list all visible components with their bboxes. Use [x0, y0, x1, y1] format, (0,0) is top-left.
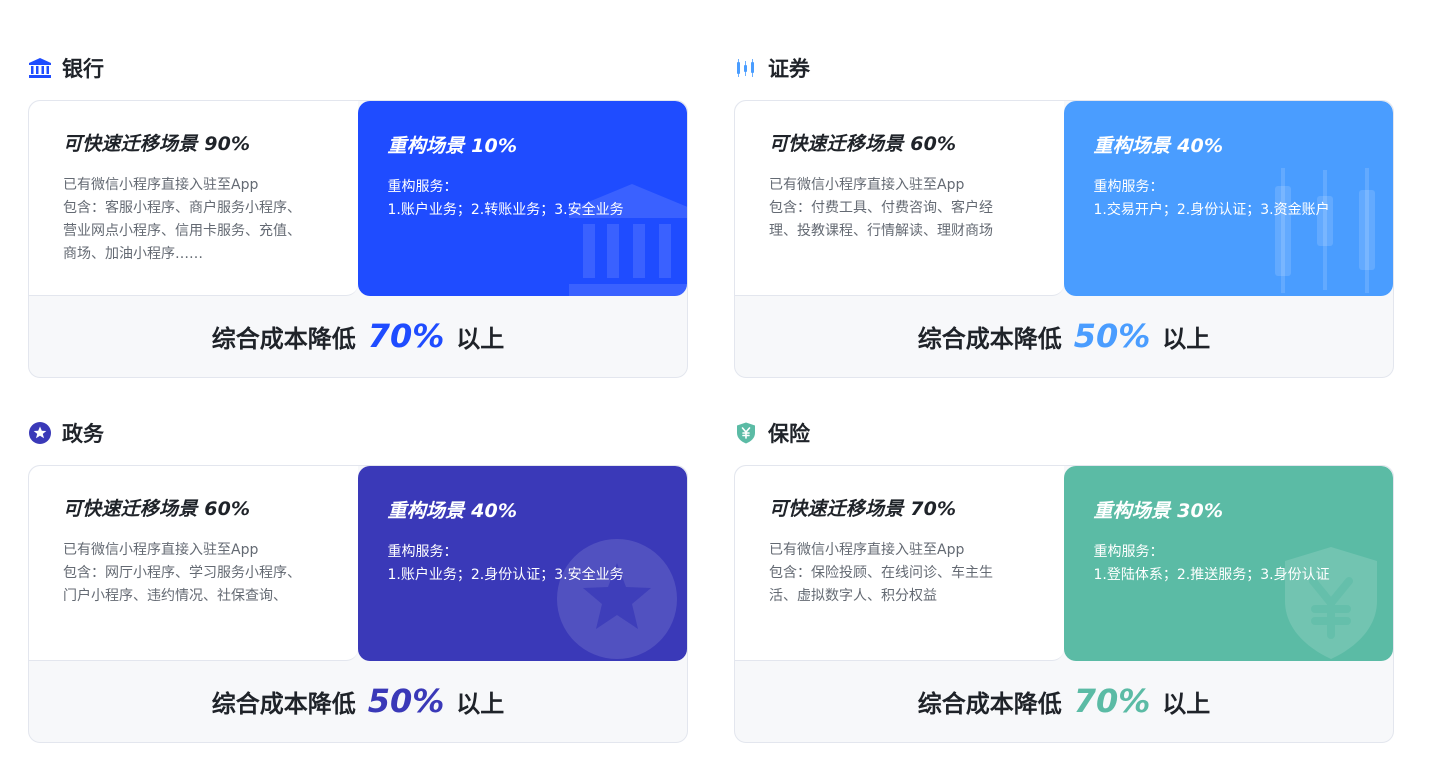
scenario-card: 可快速迁移场景 60% 已有微信小程序直接入驻至App 包含：付费工具、付费咨询… [734, 100, 1394, 378]
migration-line: 包含：付费工具、付费咨询、客户经 [769, 200, 993, 216]
migration-line: 已有微信小程序直接入驻至App [63, 542, 259, 558]
cost-summary: 综合成本降低 70% 以上 [735, 661, 1393, 741]
cost-suffix: 以上 [1162, 689, 1211, 718]
scenario-card: 可快速迁移场景 60% 已有微信小程序直接入驻至App 包含：网厅小程序、学习服… [28, 465, 688, 743]
section-title: 政务 [62, 422, 104, 446]
cost-percent: 50% [1073, 317, 1151, 355]
section-header: 银行 [28, 50, 688, 86]
rebuild-panel: 重构场景 30% 重构服务： 1.登陆体系；2.推送服务；3.身份认证 [1063, 466, 1393, 661]
section-bank: 银行 可快速迁移场景 90% 已有微信小程序直接入驻至App 包含：客服小程序、… [28, 50, 688, 378]
bank-icon [28, 56, 52, 80]
scenario-card: 可快速迁移场景 70% 已有微信小程序直接入驻至App 包含：保险投顾、在线问诊… [734, 465, 1394, 743]
cost-summary: 综合成本降低 70% 以上 [29, 296, 687, 376]
migration-panel: 可快速迁移场景 60% 已有微信小程序直接入驻至App 包含：付费工具、付费咨询… [735, 101, 1064, 296]
star-badge-icon [28, 421, 52, 445]
rebuild-heading: 重构场景 40% [387, 500, 518, 522]
rebuild-heading: 重构场景 40% [1093, 135, 1224, 157]
rebuild-line: 重构服务： [387, 544, 458, 560]
cost-prefix: 综合成本降低 [917, 324, 1062, 353]
migration-line: 商场、加油小程序…… [63, 246, 203, 262]
cost-prefix: 综合成本降低 [917, 689, 1062, 718]
rebuild-line: 1.登陆体系；2.推送服务；3.身份认证 [1093, 567, 1330, 583]
migration-heading: 可快速迁移场景 60% [63, 498, 251, 520]
section-title: 证券 [768, 57, 810, 81]
migration-panel: 可快速迁移场景 90% 已有微信小程序直接入驻至App 包含：客服小程序、商户服… [29, 101, 358, 296]
migration-heading: 可快速迁移场景 90% [63, 133, 251, 155]
scenario-card: 可快速迁移场景 90% 已有微信小程序直接入驻至App 包含：客服小程序、商户服… [28, 100, 688, 378]
migration-line: 已有微信小程序直接入驻至App [63, 177, 259, 193]
cost-suffix: 以上 [456, 689, 505, 718]
migration-line: 活、虚拟数字人、积分权益 [769, 588, 937, 604]
cost-prefix: 综合成本降低 [211, 324, 356, 353]
rebuild-line: 重构服务： [1093, 544, 1164, 560]
section-securities: 证券 可快速迁移场景 60% 已有微信小程序直接入驻至App 包含：付费工具、付… [734, 50, 1394, 378]
cost-summary: 综合成本降低 50% 以上 [29, 661, 687, 741]
migration-line: 门户小程序、违约情况、社保查询、 [63, 588, 287, 604]
migration-panel: 可快速迁移场景 70% 已有微信小程序直接入驻至App 包含：保险投顾、在线问诊… [735, 466, 1064, 661]
rebuild-heading: 重构场景 10% [387, 135, 518, 157]
cost-suffix: 以上 [1162, 324, 1211, 353]
cost-prefix: 综合成本降低 [211, 689, 356, 718]
rebuild-line: 重构服务： [387, 179, 458, 195]
rebuild-panel: 重构场景 40% 重构服务： 1.交易开户；2.身份认证；3.资金账户 [1063, 101, 1393, 296]
migration-heading: 可快速迁移场景 60% [769, 133, 957, 155]
rebuild-line: 重构服务： [1093, 179, 1164, 195]
cost-suffix: 以上 [456, 324, 505, 353]
section-header: 政务 [28, 415, 688, 451]
section-title: 保险 [768, 422, 810, 446]
cost-summary: 综合成本降低 50% 以上 [735, 296, 1393, 376]
rebuild-line: 1.账户业务；2.身份认证；3.安全业务 [387, 567, 624, 583]
candlestick-chart-icon [734, 56, 758, 80]
rebuild-panel: 重构场景 40% 重构服务： 1.账户业务；2.身份认证；3.安全业务 [357, 466, 687, 661]
migration-line: 理、投教课程、行情解读、理财商场 [769, 223, 993, 239]
section-title: 银行 [62, 57, 104, 81]
section-header: 证券 [734, 50, 1394, 86]
rebuild-panel: 重构场景 10% 重构服务： 1.账户业务；2.转账业务；3.安全业务 [357, 101, 687, 296]
section-government: 政务 可快速迁移场景 60% 已有微信小程序直接入驻至App 包含：网厅小程序、… [28, 415, 688, 743]
migration-line: 包含：网厅小程序、学习服务小程序、 [63, 565, 301, 581]
cost-percent: 70% [1073, 682, 1151, 720]
section-header: 保险 [734, 415, 1394, 451]
migration-line: 已有微信小程序直接入驻至App [769, 177, 965, 193]
cost-percent: 50% [367, 682, 445, 720]
yuan-shield-icon [734, 421, 758, 445]
migration-line: 营业网点小程序、信用卡服务、充值、 [63, 223, 301, 239]
migration-line: 已有微信小程序直接入驻至App [769, 542, 965, 558]
migration-heading: 可快速迁移场景 70% [769, 498, 957, 520]
rebuild-line: 1.账户业务；2.转账业务；3.安全业务 [387, 202, 624, 218]
migration-panel: 可快速迁移场景 60% 已有微信小程序直接入驻至App 包含：网厅小程序、学习服… [29, 466, 358, 661]
rebuild-heading: 重构场景 30% [1093, 500, 1224, 522]
rebuild-line: 1.交易开户；2.身份认证；3.资金账户 [1093, 202, 1330, 218]
section-insurance: 保险 可快速迁移场景 70% 已有微信小程序直接入驻至App 包含：保险投顾、在… [734, 415, 1394, 743]
migration-line: 包含：保险投顾、在线问诊、车主生 [769, 565, 993, 581]
migration-line: 包含：客服小程序、商户服务小程序、 [63, 200, 301, 216]
cost-percent: 70% [367, 317, 445, 355]
